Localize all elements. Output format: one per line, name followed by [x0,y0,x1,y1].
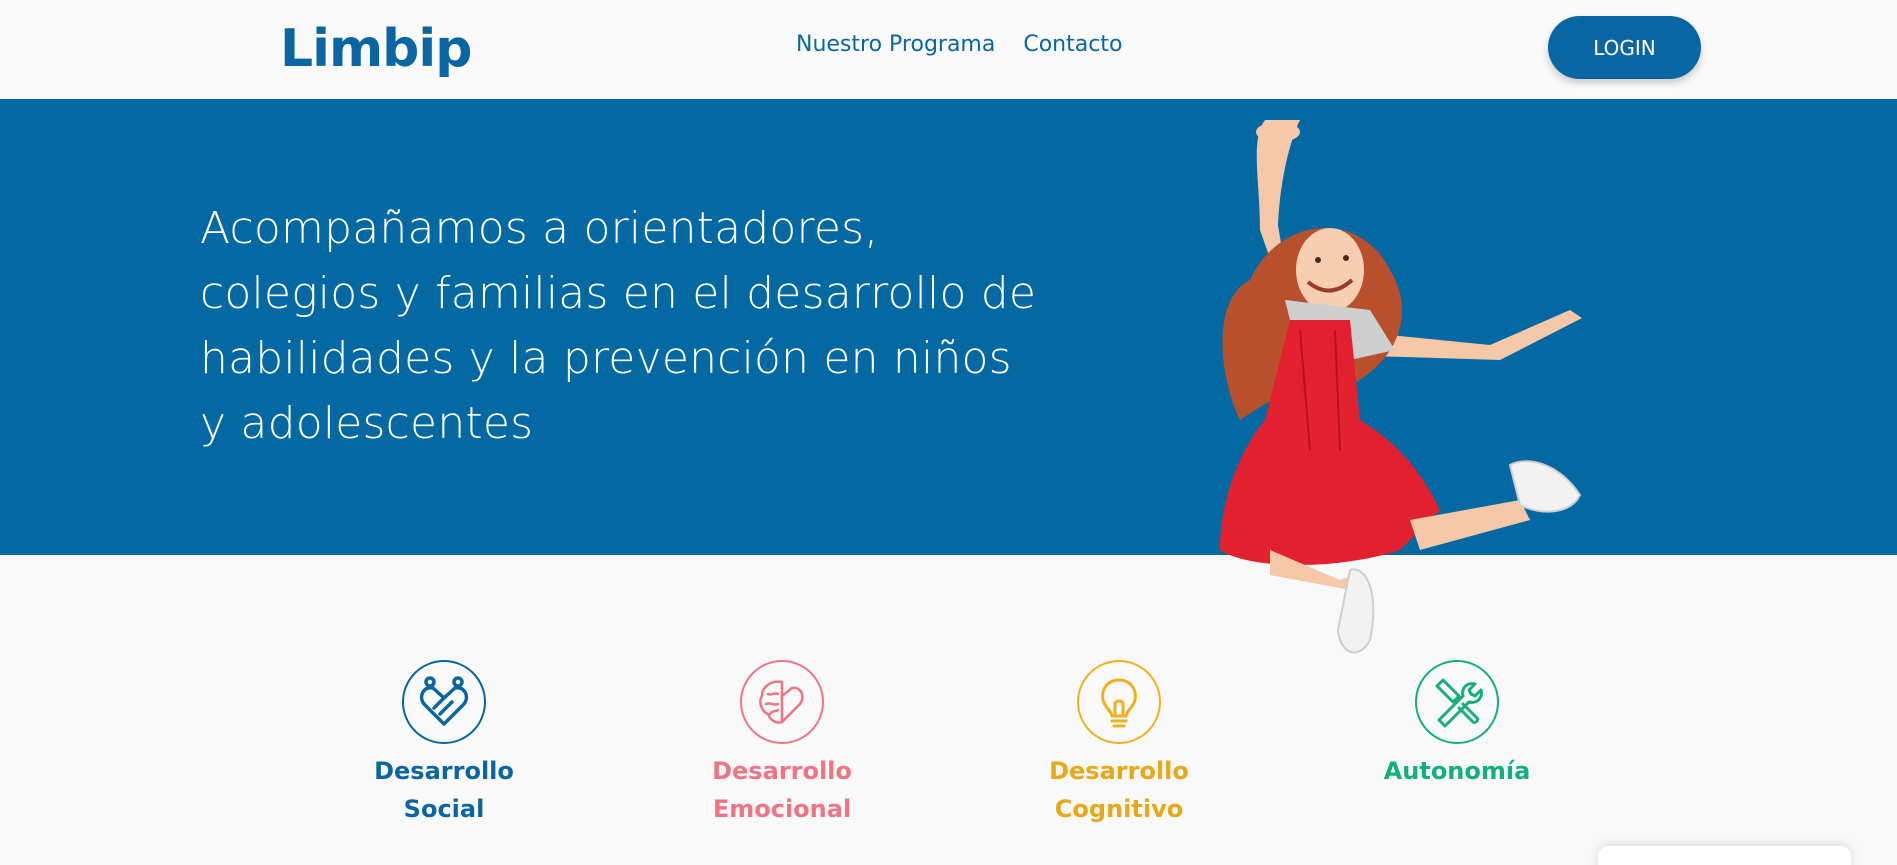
hero-headline: Acompañamos a orientadores, colegios y f… [200,196,1080,456]
floating-widget[interactable] [1598,846,1851,865]
site-header: Limbip Nuestro Programa Contacto LOGIN [0,0,1897,99]
feature-label: Desarrollo Social [344,752,544,828]
login-button[interactable]: LOGIN [1548,16,1701,79]
nav-item-nuestro-programa[interactable]: Nuestro Programa [796,32,995,57]
lightbulb-icon [1077,660,1161,744]
feature-label-line: Cognitivo [1054,795,1184,823]
feature-label: Desarrollo Cognitivo [1019,752,1219,828]
feature-desarrollo-social[interactable]: Desarrollo Social [344,660,544,828]
social-hearts-icon [402,660,486,744]
feature-label-line: Desarrollo [712,757,852,785]
feature-label-line: Emocional [712,795,852,823]
feature-label-line: Social [403,795,485,823]
brain-heart-icon [740,660,824,744]
hero-headline-line: colegios y familias en el desarrollo de [200,268,1037,319]
feature-label-line: Autonomía [1383,757,1531,785]
feature-desarrollo-emocional[interactable]: Desarrollo Emocional [682,660,882,828]
limbip-logo[interactable]: Limbip [280,16,472,82]
feature-desarrollo-cognitivo[interactable]: Desarrollo Cognitivo [1019,660,1219,828]
hero-headline-line: y adolescentes [200,398,534,449]
main-nav: Nuestro Programa Contacto [796,32,1122,57]
hero-headline-line: habilidades y la prevención en niños [200,333,1012,384]
nav-item-contacto[interactable]: Contacto [1023,32,1122,57]
feature-label-line: Desarrollo [374,757,514,785]
tools-icon [1415,660,1499,744]
jumping-girl-image [1220,120,1582,654]
feature-label: Autonomía [1357,752,1557,790]
feature-label-line: Desarrollo [1049,757,1189,785]
feature-label: Desarrollo Emocional [682,752,882,828]
hero-headline-line: Acompañamos a orientadores, [200,203,879,254]
logo-text: Limbip [280,19,472,79]
feature-autonomia[interactable]: Autonomía [1357,660,1557,790]
